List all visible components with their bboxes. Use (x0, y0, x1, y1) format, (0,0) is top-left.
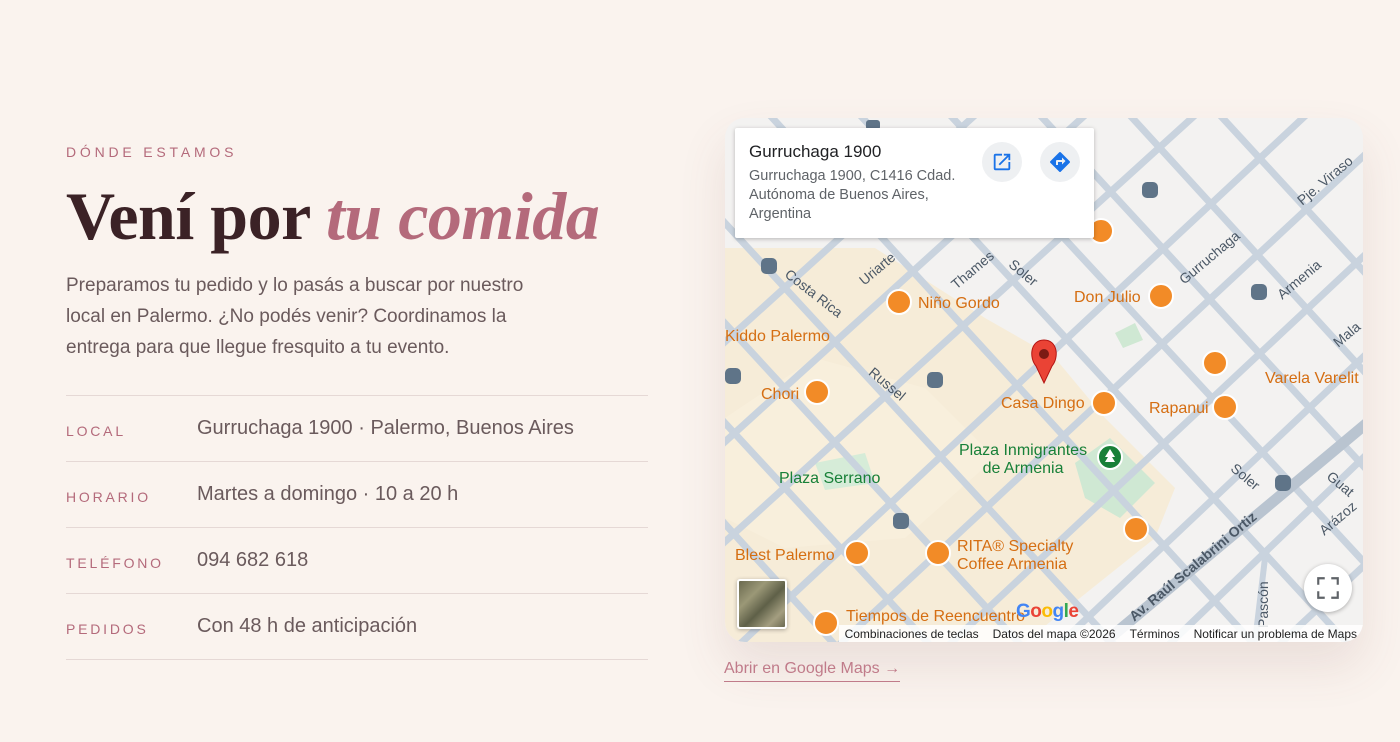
poi-label-line: Coffee Armenia (957, 556, 1067, 573)
poi-label[interactable]: Varela Varelit (1265, 370, 1359, 388)
detail-row-telefono: TELÉFONO 094 682 618 (66, 528, 648, 594)
poi-label[interactable]: RITA® Specialty Coffee Armenia (957, 538, 1073, 574)
poi-label[interactable]: Rapanui (1149, 400, 1209, 418)
open-external-icon (993, 153, 1011, 171)
keyboard-shortcuts-link[interactable]: Combinaciones de teclas (845, 627, 979, 641)
map-attribution: Combinaciones de teclas Datos del mapa ©… (838, 625, 1363, 642)
poi-label[interactable]: Casa Dingo (1001, 395, 1085, 413)
detail-value: Gurruchaga 1900 · Palermo, Buenos Aires (197, 417, 574, 439)
street-label: Pascón (1255, 581, 1271, 628)
poi-label[interactable]: Blest Palermo (735, 547, 835, 565)
detail-label: HORARIO (66, 488, 151, 505)
directions-button[interactable] (1040, 142, 1080, 182)
poi-label[interactable]: Don Julio (1074, 289, 1141, 307)
google-logo: Google (1016, 601, 1079, 623)
section-intro: Preparamos tu pedido y lo pasás a buscar… (66, 275, 524, 358)
headline-plain: Vení por (66, 178, 327, 254)
poi-label-line: Plaza Inmigrantes (959, 442, 1088, 459)
fullscreen-icon (1317, 577, 1339, 599)
detail-value: Con 48 h de anticipación (197, 615, 418, 637)
detail-label: PEDIDOS (66, 620, 149, 637)
detail-value: 094 682 618 (197, 549, 309, 571)
details-list: LOCAL Gurruchaga 1900 · Palermo, Buenos … (66, 395, 648, 660)
detail-label: LOCAL (66, 422, 126, 439)
poi-label[interactable]: Chori (761, 386, 799, 404)
poi-label[interactable]: Kiddo Palermo (725, 328, 830, 346)
detail-row-horario: HORARIO Martes a domingo · 10 a 20 h (66, 462, 648, 528)
detail-label: TELÉFONO (66, 554, 164, 571)
section-eyebrow: DÓNDE ESTAMOS (66, 144, 238, 160)
satellite-toggle[interactable] (737, 579, 787, 629)
google-logo-letter: o (1030, 601, 1042, 622)
poi-label-line: de Armenia (982, 460, 1064, 477)
detail-row-local: LOCAL Gurruchaga 1900 · Palermo, Buenos … (66, 396, 648, 462)
terms-link[interactable]: Términos (1130, 627, 1180, 641)
google-logo-letter: G (1016, 601, 1031, 622)
map-data-text: Datos del mapa ©2026 (992, 626, 1116, 641)
open-google-maps-link[interactable]: Abrir en Google Maps → (724, 660, 901, 682)
detail-value: Martes a domingo · 10 a 20 h (197, 483, 459, 505)
poi-label[interactable]: Tiempos de Reencuentro (846, 608, 1025, 626)
report-problem-link[interactable]: Notificar un problema de Maps (1194, 627, 1357, 641)
headline-accent: tu comida (326, 178, 600, 254)
google-logo-letter: e (1068, 601, 1079, 622)
directions-icon (1050, 152, 1070, 172)
detail-row-pedidos: PEDIDOS Con 48 h de anticipación (66, 594, 648, 660)
google-logo-letter: g (1052, 601, 1065, 622)
google-logo-letter: o (1041, 601, 1053, 622)
fullscreen-button[interactable] (1304, 564, 1352, 612)
map-embed[interactable]: Costa Rica Uriarte Thames Soler Gurrucha… (725, 118, 1363, 642)
poi-label-line: RITA® Specialty (957, 538, 1074, 555)
place-address: Gurruchaga 1900, C1416 Cdad. Autónoma de… (749, 168, 956, 222)
open-in-maps-button[interactable] (982, 142, 1022, 182)
section-headline: Vení por tu comida (66, 176, 600, 256)
poi-label[interactable]: Niño Gordo (918, 295, 1000, 313)
poi-label[interactable]: Plaza Inmigrantes de Armenia (959, 442, 1087, 478)
place-card: Gurruchaga 1900 Gurruchaga 1900, C1416 C… (735, 128, 1094, 238)
poi-label[interactable]: Plaza Serrano (779, 470, 880, 488)
